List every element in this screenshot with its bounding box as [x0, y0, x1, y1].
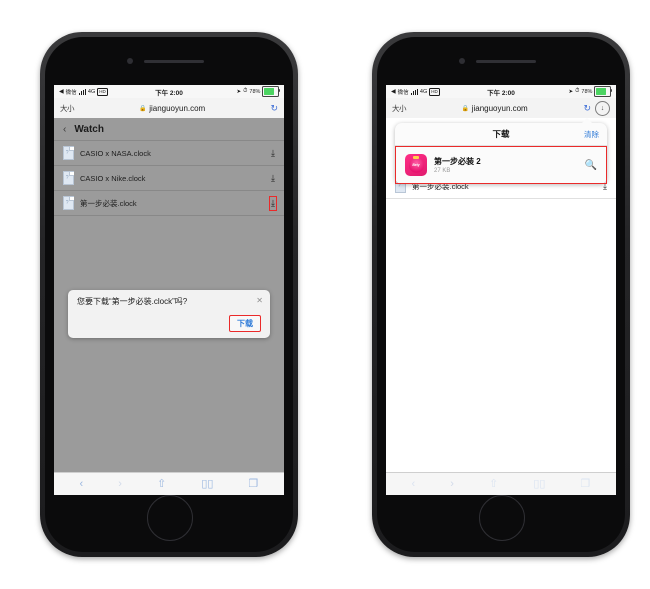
download-item-size: 27 KB	[434, 168, 451, 175]
front-camera-icon	[127, 58, 133, 64]
download-item-name: 第一步必装 2	[434, 156, 481, 166]
popover-title: 下载	[492, 129, 510, 139]
status-right: ➤ ⏱ 78%	[568, 86, 612, 97]
address-bar[interactable]: 大小 🔒 jianguoyun.com ↻ ↓	[386, 98, 616, 119]
search-icon[interactable]: 🔍	[585, 160, 597, 171]
download-icon-highlighted[interactable]: ⤓	[269, 195, 277, 211]
thumbnail-label: Bety	[412, 163, 420, 167]
front-camera-icon	[459, 58, 465, 64]
phone-right: ◀ 微信 4G HD 下午 2:00 ➤ ⏱ 78% 大小 🔒 jianguoy…	[372, 32, 630, 557]
screen-left: ◀ 微信 4G HD 下午 2:00 ➤ ⏱ 78% 大小 🔒 jianguoy…	[54, 85, 284, 495]
page-content-right: 第一步必装.clock ⤓ 下载 清除 Bety	[386, 118, 616, 473]
clear-button[interactable]: 清除	[584, 129, 599, 140]
back-icon[interactable]: ‹	[412, 478, 416, 490]
reload-icon[interactable]: ↻	[270, 103, 278, 114]
close-icon[interactable]: ✕	[256, 296, 263, 305]
tabs-icon[interactable]: ❐	[249, 478, 259, 490]
screen-right: ◀ 微信 4G HD 下午 2:00 ➤ ⏱ 78% 大小 🔒 jianguoy…	[386, 85, 616, 495]
file-row[interactable]: CASIO x NASA.clock ⤓	[54, 141, 284, 166]
battery-percent-label: 78%	[581, 88, 593, 95]
download-confirm-button[interactable]: 下载	[229, 315, 261, 333]
phone-top-hardware	[40, 42, 298, 76]
download-icon[interactable]: ⤓	[271, 148, 275, 159]
bookmarks-icon[interactable]: ▯▯	[201, 478, 213, 490]
safari-toolbar: ‹ › ⇧ ▯▯ ❐	[54, 472, 284, 495]
lock-icon: 🔒	[139, 105, 147, 112]
alarm-icon: ⏱	[575, 88, 580, 94]
back-chevron-icon[interactable]: ‹	[63, 124, 66, 135]
downloads-popover: 下载 清除 Bety 第一步必装 2 27 KB 🔍	[395, 118, 607, 184]
download-item-meta: 第一步必装 2 27 KB	[434, 156, 481, 175]
status-right: ➤ ⏱ 78%	[236, 86, 280, 97]
file-row[interactable]: CASIO x Nike.clock ⤓	[54, 166, 284, 191]
status-bar: ◀ 微信 4G HD 下午 2:00 ➤ ⏱ 78%	[386, 85, 616, 98]
earpiece-speaker-icon	[144, 60, 204, 63]
app-thumbnail-icon: Bety	[405, 154, 427, 176]
file-icon	[63, 146, 74, 160]
forward-icon: ›	[450, 477, 454, 490]
location-arrow-icon: ➤	[568, 88, 574, 95]
home-button[interactable]	[147, 495, 193, 541]
battery-percent-label: 78%	[249, 88, 261, 95]
text-size-button[interactable]: 大小	[392, 103, 407, 114]
download-item-highlighted[interactable]: Bety 第一步必装 2 27 KB 🔍	[395, 146, 607, 184]
url-text: jianguoyun.com	[149, 103, 206, 113]
phone-top-hardware	[372, 42, 630, 76]
thumbnail-cap	[413, 156, 419, 159]
download-confirm-dialog: 您要下载“第一步必装.clock”吗? ✕ 下载	[68, 290, 270, 339]
url-text: jianguoyun.com	[471, 103, 528, 113]
download-icon[interactable]: ⤓	[271, 173, 275, 184]
popover-header: 下载 清除	[395, 123, 607, 146]
back-icon[interactable]: ‹	[80, 478, 84, 490]
earpiece-speaker-icon	[476, 60, 536, 63]
file-icon	[63, 171, 74, 185]
downloads-button-icon[interactable]: ↓	[595, 100, 610, 116]
dialog-actions: 下载	[77, 315, 261, 333]
folder-header: ‹ Watch	[54, 118, 284, 141]
bookmarks-icon[interactable]: ▯▯	[533, 478, 545, 490]
page-content-left: ‹ Watch CASIO x NASA.clock ⤓ CASIO x Nik…	[54, 118, 284, 473]
battery-icon	[262, 86, 280, 97]
phone-left: ◀ 微信 4G HD 下午 2:00 ➤ ⏱ 78% 大小 🔒 jianguoy…	[40, 32, 298, 557]
address-bar[interactable]: 大小 🔒 jianguoyun.com ↻	[54, 98, 284, 119]
file-name: 第一步必装.clock	[80, 198, 137, 208]
dialog-message: 您要下载“第一步必装.clock”吗?	[77, 297, 188, 306]
page-title: Watch	[74, 124, 104, 135]
safari-toolbar: ‹ › ⇧ ▯▯ ❐	[386, 472, 616, 495]
reload-icon[interactable]: ↻	[583, 103, 591, 114]
tabs-icon[interactable]: ❐	[581, 478, 591, 490]
forward-icon: ›	[118, 477, 122, 490]
file-row[interactable]: 第一步必装.clock ⤓	[54, 191, 284, 216]
share-icon[interactable]: ⇧	[489, 478, 498, 490]
thumbnail-disc: Bety	[408, 157, 424, 173]
url-display[interactable]: 🔒 jianguoyun.com	[78, 104, 266, 113]
share-icon[interactable]: ⇧	[157, 478, 166, 490]
file-name: CASIO x NASA.clock	[80, 148, 151, 158]
status-bar: ◀ 微信 4G HD 下午 2:00 ➤ ⏱ 78%	[54, 85, 284, 98]
home-button[interactable]	[479, 495, 525, 541]
file-icon	[63, 196, 74, 210]
file-name: CASIO x Nike.clock	[80, 173, 146, 183]
alarm-icon: ⏱	[243, 88, 248, 94]
location-arrow-icon: ➤	[236, 88, 242, 95]
text-size-button[interactable]: 大小	[60, 103, 75, 114]
battery-icon	[594, 86, 612, 97]
lock-icon: 🔒	[461, 105, 470, 112]
url-display[interactable]: 🔒 jianguoyun.com	[410, 104, 579, 113]
